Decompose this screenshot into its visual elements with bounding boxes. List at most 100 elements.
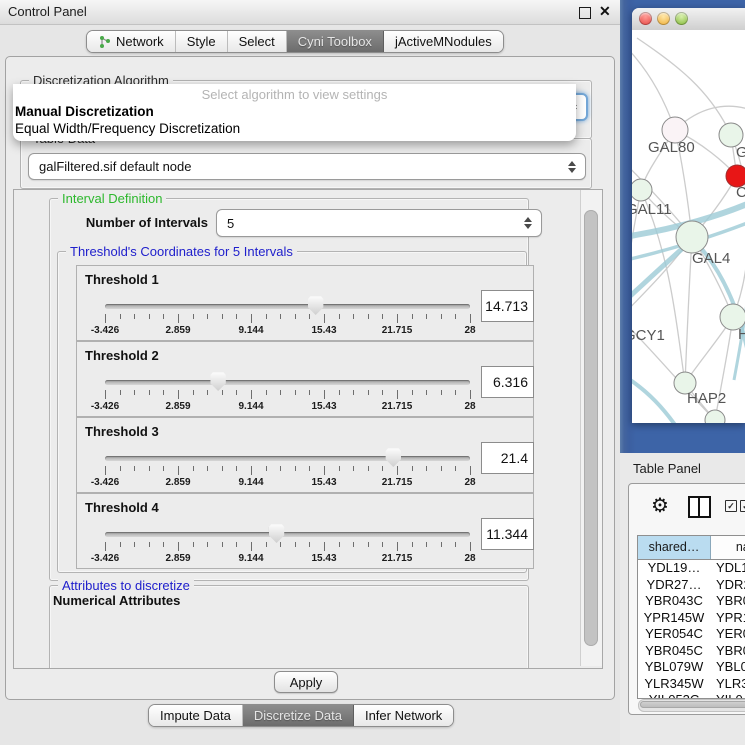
threshold-value-field[interactable]: 6.316 (481, 366, 534, 398)
apply-button[interactable]: Apply (274, 671, 338, 693)
cell-name[interactable]: YPR1 (710, 610, 745, 627)
slider-tick-label: 2.859 (165, 325, 190, 336)
slider-thumb[interactable] (308, 296, 324, 315)
slider-thumb[interactable] (385, 448, 401, 467)
table-row[interactable]: YIL052CYIL0 (638, 692, 745, 698)
cell-shared-name[interactable]: YPR145W (638, 610, 710, 627)
column-header-name[interactable]: name (711, 536, 745, 559)
cell-name[interactable]: YBL0 (710, 659, 745, 676)
slider-tick (353, 314, 354, 319)
table-row[interactable]: YDL19…YDL1 (638, 560, 745, 577)
slider-track[interactable] (105, 456, 470, 461)
slider-tick-label: -3.426 (91, 553, 119, 564)
slider-thumb[interactable] (269, 524, 285, 543)
gear-icon[interactable]: ⚙ (651, 493, 669, 518)
slider-tick (324, 542, 325, 551)
slider-tick (353, 390, 354, 395)
cell-name[interactable]: YDR2 (710, 577, 745, 594)
checkbox-icon[interactable]: ✓ (725, 500, 737, 512)
cell-shared-name[interactable]: YDL19… (638, 560, 710, 577)
tab-discretize-data[interactable]: Discretize Data (243, 705, 354, 726)
network-canvas[interactable]: GAL80GACGAL11GAL4GCY1HHAP2 (632, 30, 745, 423)
slider-tick-labels: -3.4262.8599.14415.4321.71528 (105, 401, 470, 413)
network-window[interactable]: GAL80GACGAL11GAL4GCY1HHAP2 (632, 8, 745, 423)
slider-track[interactable] (105, 380, 470, 385)
table-horizontal-scrollbar[interactable] (638, 699, 745, 712)
close-icon[interactable]: ✕ (599, 3, 611, 20)
cell-shared-name[interactable]: YLR345W (638, 676, 710, 693)
threshold-slider[interactable]: -3.4262.8599.14415.4321.71528 (101, 368, 481, 414)
tab-impute-data[interactable]: Impute Data (149, 705, 243, 726)
slider-tick (309, 542, 310, 547)
close-traffic-icon[interactable] (639, 12, 652, 25)
table-data-combobox[interactable]: galFiltered.sif default node (28, 153, 586, 180)
column-header-shared-name[interactable]: shared… (638, 536, 711, 559)
slider-thumb[interactable] (210, 372, 226, 391)
threshold-value-field[interactable]: 14.713 (481, 290, 534, 322)
tab-style[interactable]: Style (176, 31, 228, 52)
cell-name[interactable]: YER0 (710, 626, 745, 643)
slider-tick (134, 466, 135, 471)
threshold-value-field[interactable]: 21.4 (481, 442, 534, 474)
threshold-value-field[interactable]: 11.344 (481, 518, 534, 550)
table-browser-panel: ⚙ ✓ ✓ shared… name YDL19…YDL1YDR27…YDR2Y… (628, 483, 745, 715)
tab-label: Infer Network (365, 708, 442, 723)
table-row[interactable]: YBR043CYBR0 (638, 593, 745, 610)
tab-jactivemnodules[interactable]: jActiveMNodules (384, 31, 503, 52)
tab-network[interactable]: Network (87, 31, 176, 52)
threshold-slider[interactable]: -3.4262.8599.14415.4321.71528 (101, 292, 481, 338)
slider-tick (236, 390, 237, 395)
network-window-titlebar[interactable] (632, 8, 745, 31)
float-icon[interactable] (579, 7, 591, 19)
settings-scrollbar[interactable] (580, 190, 602, 666)
cell-name[interactable]: YIL0 (710, 692, 745, 698)
slider-track[interactable] (105, 532, 470, 537)
node-table: shared… name YDL19…YDL1YDR27…YDR2YBR043C… (637, 535, 745, 699)
tab-select[interactable]: Select (228, 31, 287, 52)
minimize-traffic-icon[interactable] (657, 12, 670, 25)
table-row[interactable]: YDR27…YDR2 (638, 577, 745, 594)
slider-tick (207, 390, 208, 395)
cell-shared-name[interactable]: YBR045C (638, 643, 710, 660)
slider-tick (149, 314, 150, 319)
cell-shared-name[interactable]: YER054C (638, 626, 710, 643)
threshold-label: Threshold 3 (85, 424, 159, 439)
slider-track[interactable] (105, 304, 470, 309)
network-node-gal4[interactable] (676, 221, 708, 253)
tab-infer-network[interactable]: Infer Network (354, 705, 453, 726)
cell-shared-name[interactable]: YDR27… (638, 577, 710, 594)
tab-cyni-toolbox[interactable]: Cyni Toolbox (287, 31, 384, 52)
slider-tick (412, 314, 413, 319)
popup-option-manual[interactable]: Manual Discretization (15, 104, 154, 119)
slider-tick-label: -3.426 (91, 477, 119, 488)
table-row[interactable]: YBL079WYBL0 (638, 659, 745, 676)
table-hscrollbar-thumb[interactable] (640, 701, 745, 708)
table-row[interactable]: YER054CYER0 (638, 626, 745, 643)
slider-tick (324, 314, 325, 323)
network-node-gal11[interactable] (632, 179, 652, 201)
cell-name[interactable]: YBR0 (710, 593, 745, 610)
cell-shared-name[interactable]: YIL052C (638, 692, 710, 698)
threshold-slider[interactable]: -3.4262.8599.14415.4321.71528 (101, 520, 481, 566)
columns-icon[interactable] (688, 496, 711, 518)
network-node-label: GCY1 (632, 327, 665, 344)
popup-option-equal-width[interactable]: Equal Width/Frequency Discretization (15, 121, 240, 136)
cell-shared-name[interactable]: YBR043C (638, 593, 710, 610)
table-row[interactable]: YLR345WYLR3 (638, 676, 745, 693)
table-row[interactable]: YBR045CYBR0 (638, 643, 745, 660)
cell-name[interactable]: YLR3 (710, 676, 745, 693)
cell-name[interactable]: YBR0 (710, 643, 745, 660)
network-graph[interactable]: GAL80GACGAL11GAL4GCY1HHAP2 (632, 30, 745, 423)
slider-tick-label: 28 (464, 401, 475, 412)
number-of-intervals-combobox[interactable]: 5 (216, 209, 542, 237)
slider-tick (441, 314, 442, 319)
slider-tick-label: -3.426 (91, 325, 119, 336)
threshold-slider[interactable]: -3.4262.8599.14415.4321.71528 (101, 444, 481, 490)
checkbox-icon[interactable]: ✓ (740, 500, 745, 512)
cell-shared-name[interactable]: YBL079W (638, 659, 710, 676)
table-row[interactable]: YPR145WYPR1 (638, 610, 745, 627)
cell-name[interactable]: YDL1 (710, 560, 745, 577)
settings-scrollbar-thumb[interactable] (584, 210, 598, 646)
app-root: Control Panel ✕ Network Style Select Cyn… (0, 0, 745, 745)
zoom-traffic-icon[interactable] (675, 12, 688, 25)
